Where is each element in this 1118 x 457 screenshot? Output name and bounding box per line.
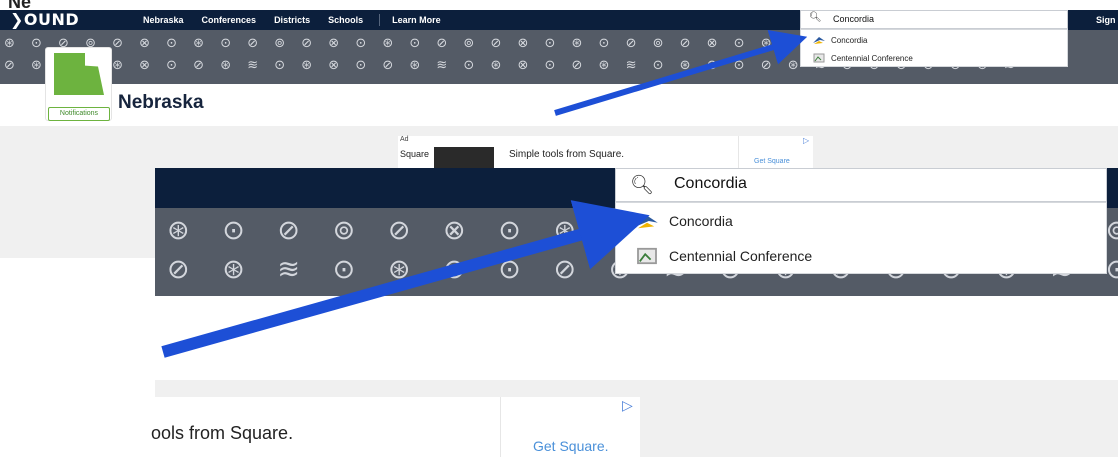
arrow-annotation-top — [554, 29, 808, 116]
arrow-annotation-bottom — [161, 200, 650, 358]
annotation-arrows — [161, 29, 808, 358]
